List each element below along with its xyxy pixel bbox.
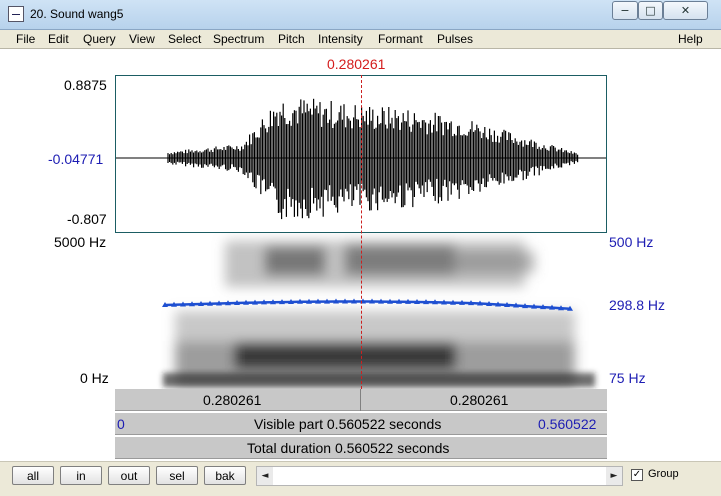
group-checkbox[interactable]: ✓ [631, 469, 643, 481]
visible-part-text[interactable]: Visible part 0.560522 seconds [254, 416, 441, 432]
zoom-all-button[interactable]: all [12, 466, 54, 485]
visible-start-time: 0 [117, 416, 125, 432]
menu-help[interactable]: Help [678, 32, 703, 46]
maximize-button[interactable]: □ [638, 1, 663, 20]
selection-divider [360, 389, 361, 411]
menu-spectrum[interactable]: Spectrum [213, 32, 264, 46]
window-title: 20. Sound wang5 [30, 7, 124, 21]
spectrogram-top-label: 5000 Hz [54, 234, 107, 250]
menu-file[interactable]: File [16, 32, 35, 46]
wave-max-label: 0.8875 [64, 77, 107, 93]
menu-select[interactable]: Select [168, 32, 201, 46]
scroll-right-arrow-icon[interactable]: ► [606, 467, 622, 485]
total-duration-text[interactable]: Total duration 0.560522 seconds [247, 440, 449, 456]
menu-query[interactable]: Query [83, 32, 116, 46]
menu-intensity[interactable]: Intensity [318, 32, 363, 46]
group-label: Group [648, 468, 679, 480]
pitch-bottom-label: 75 Hz [609, 370, 646, 386]
selection-bar[interactable]: 0.280261 0.280261 [115, 389, 607, 411]
visible-part-bar[interactable]: 0 Visible part 0.560522 seconds 0.560522 [115, 413, 607, 435]
waveform-trace [167, 98, 579, 220]
menu-pitch[interactable]: Pitch [278, 32, 305, 46]
scroll-left-arrow-icon[interactable]: ◄ [257, 467, 273, 485]
praat-app-icon [8, 6, 24, 22]
cursor-time-label: 0.280261 [327, 56, 386, 72]
zoom-in-button[interactable]: in [60, 466, 102, 485]
bottom-toolbar: all in out sel bak ◄ ► ✓ Group [0, 461, 721, 496]
pitch-top-label: 500 Hz [609, 234, 654, 250]
menu-view[interactable]: View [129, 32, 155, 46]
pitch-mid-label: 298.8 Hz [609, 297, 666, 313]
spectrogram-voicing [163, 373, 595, 387]
menu-edit[interactable]: Edit [48, 32, 69, 46]
spectrogram-bottom-label: 0 Hz [80, 370, 109, 386]
wave-mid-label: -0.04771 [48, 151, 104, 167]
menu-bar: File Edit Query View Select Spectrum Pit… [0, 30, 721, 49]
menu-formant[interactable]: Formant [378, 32, 423, 46]
wave-min-label: -0.807 [67, 211, 107, 227]
zoom-out-button[interactable]: out [108, 466, 150, 485]
left-segment-duration[interactable]: 0.280261 [203, 392, 261, 408]
horizontal-scrollbar[interactable]: ◄ ► [256, 466, 623, 486]
window-titlebar: 20. Sound wang5 − □ ✕ [0, 0, 721, 30]
cursor-line [361, 75, 362, 389]
zoom-back-button[interactable]: bak [204, 466, 246, 485]
visible-end-time: 0.560522 [538, 416, 597, 432]
right-segment-duration[interactable]: 0.280261 [450, 392, 508, 408]
menu-pulses[interactable]: Pulses [437, 32, 473, 46]
total-duration-bar[interactable]: Total duration 0.560522 seconds [115, 437, 607, 459]
pitch-track [162, 298, 573, 311]
minimize-button[interactable]: − [612, 1, 638, 20]
spectrogram-energy [175, 241, 575, 385]
close-button[interactable]: ✕ [663, 1, 708, 20]
zoom-selection-button[interactable]: sel [156, 466, 198, 485]
